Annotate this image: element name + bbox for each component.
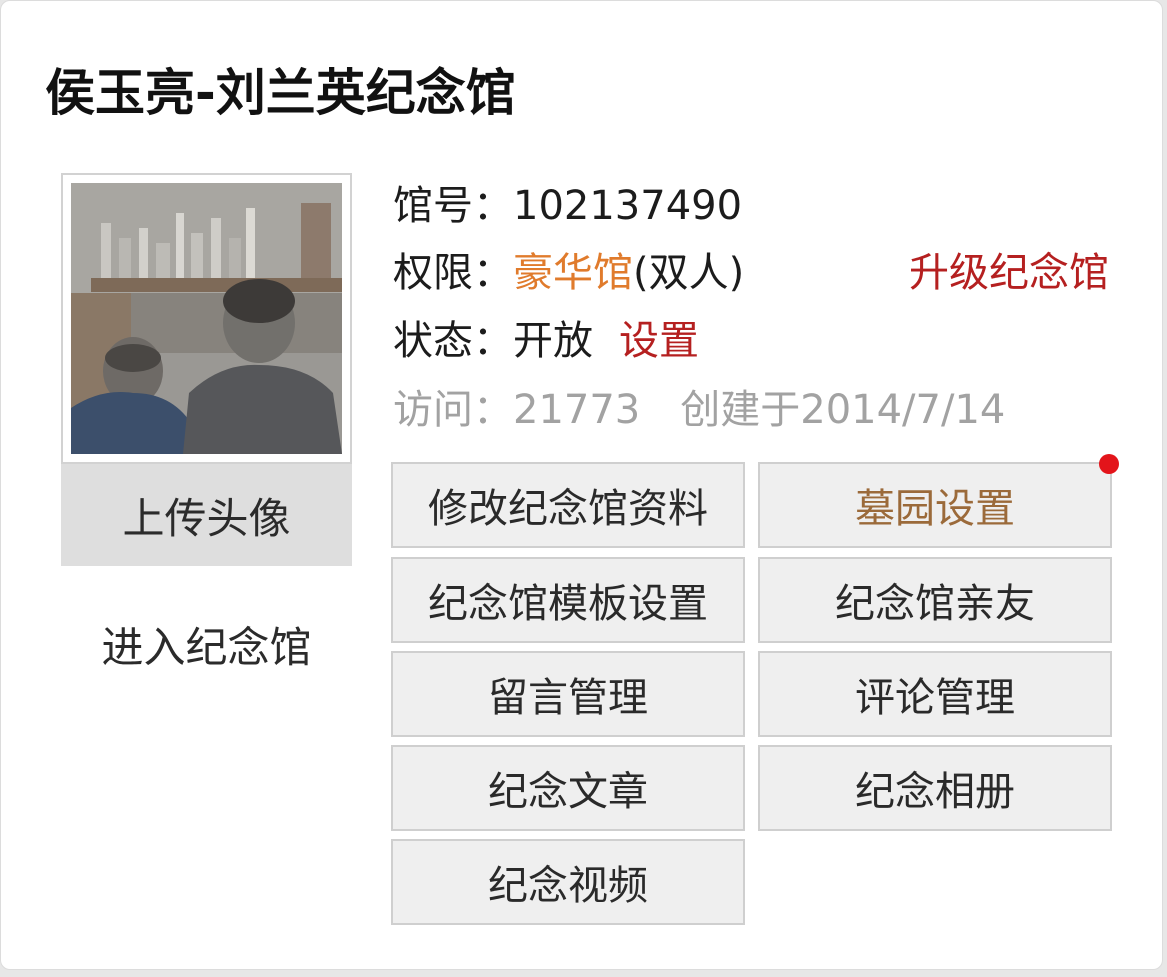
permission-row: 权限：豪华馆(双人): [393, 248, 744, 298]
memorial-photo: [71, 183, 342, 454]
permission-value[interactable]: 豪华馆: [513, 250, 633, 296]
relatives-button[interactable]: 纪念馆亲友: [758, 557, 1112, 643]
cemetery-settings-button[interactable]: 墓园设置: [758, 462, 1112, 548]
visits-label: 访问：: [393, 387, 513, 433]
memorial-photo-image: [71, 183, 342, 454]
enter-memorial-link[interactable]: 进入纪念馆: [61, 611, 352, 677]
memorial-card: 侯玉亮-刘兰英纪念馆 上传头像 进入纪念馆 馆号：102137490 权限：豪华…: [0, 0, 1163, 970]
page-title: 侯玉亮-刘兰英纪念馆: [45, 64, 516, 122]
template-settings-button[interactable]: 纪念馆模板设置: [391, 557, 745, 643]
comment-management-button[interactable]: 评论管理: [758, 651, 1112, 737]
status-label: 状态：: [393, 318, 513, 364]
visits-row: 访问：21773 创建于2014/7/14: [393, 385, 1005, 435]
memorial-videos-button[interactable]: 纪念视频: [391, 839, 745, 925]
message-management-button[interactable]: 留言管理: [391, 651, 745, 737]
hall-number-value: 102137490: [513, 183, 743, 229]
status-settings-link[interactable]: 设置: [619, 318, 699, 364]
created-date: 创建于2014/7/14: [680, 387, 1006, 433]
edit-memorial-info-button[interactable]: 修改纪念馆资料: [391, 462, 745, 548]
visits-count: 21773: [513, 387, 641, 433]
permission-label: 权限：: [393, 250, 513, 296]
notification-dot: [1099, 454, 1119, 474]
memorial-articles-button[interactable]: 纪念文章: [391, 745, 745, 831]
upload-avatar-button[interactable]: 上传头像: [61, 464, 352, 566]
avatar-frame: [61, 173, 352, 464]
permission-suffix: (双人): [633, 250, 745, 296]
hall-number-row: 馆号：102137490: [393, 181, 742, 231]
memorial-albums-button[interactable]: 纪念相册: [758, 745, 1112, 831]
hall-number-label: 馆号：: [393, 183, 513, 229]
upgrade-memorial-link[interactable]: 升级纪念馆: [909, 248, 1109, 298]
status-row: 状态：开放 设置: [393, 316, 699, 366]
status-value: 开放: [513, 318, 593, 364]
